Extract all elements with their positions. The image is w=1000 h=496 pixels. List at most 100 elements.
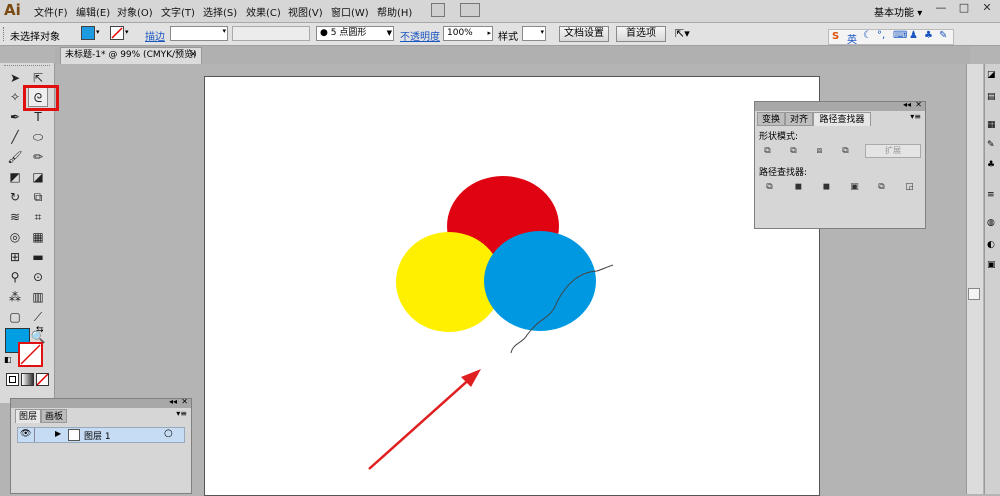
expand-button[interactable]: 扩展	[865, 144, 921, 158]
tab-layers[interactable]: 图层	[15, 409, 41, 423]
trim-icon[interactable]: ◼	[792, 181, 805, 193]
document-setup-button[interactable]: 文档设置	[559, 26, 609, 42]
stroke-weight-field[interactable]: ▾	[170, 26, 228, 41]
artboard[interactable]	[204, 76, 820, 496]
swap-fill-stroke-icon[interactable]: ⇆	[36, 325, 44, 335]
minimize-button[interactable]: —	[930, 0, 952, 16]
menu-view[interactable]: 视图(V)	[288, 4, 323, 19]
shape-builder-tool-icon[interactable]: ◎	[5, 227, 25, 247]
eyedropper-tool-icon[interactable]: ⚲	[5, 267, 25, 287]
stroke-panel-icon[interactable]: ≡	[987, 190, 995, 200]
tab-artboards[interactable]: 画板	[41, 409, 67, 423]
panel-menu-icon[interactable]: ▾≡	[176, 409, 187, 418]
menu-window[interactable]: 窗口(W)	[331, 4, 369, 19]
keyboard-icon[interactable]: ⌨	[893, 30, 907, 41]
menu-object[interactable]: 对象(O)	[117, 4, 153, 19]
layer-name[interactable]: 图层 1	[84, 429, 111, 442]
swatches-icon[interactable]: ▦	[987, 120, 996, 130]
grip-handle[interactable]	[3, 27, 6, 41]
stroke-dropdown-icon[interactable]: ▾	[125, 28, 129, 36]
symbols-icon[interactable]: ♣	[987, 160, 995, 170]
gradient-tool-icon[interactable]: ▬	[28, 247, 48, 267]
blob-brush-tool-icon[interactable]: ◩	[5, 167, 25, 187]
selection-tool-icon[interactable]: ➤	[5, 68, 25, 88]
tab-transform[interactable]: 变换	[757, 112, 785, 126]
perspective-grid-tool-icon[interactable]: ▦	[28, 227, 48, 247]
divide-icon[interactable]: ⧉	[763, 181, 776, 193]
preferences-button[interactable]: 首选项	[616, 26, 666, 42]
eye-icon[interactable]: 👁	[20, 429, 31, 439]
fill-swatch[interactable]	[81, 26, 95, 40]
variable-width-profile[interactable]	[232, 26, 310, 41]
graphic-styles-icon[interactable]: ▣	[987, 260, 996, 270]
pen-tool-icon[interactable]: ✒	[5, 107, 25, 127]
moon-icon[interactable]: ☾	[863, 30, 872, 41]
stroke-link[interactable]: 描边	[145, 28, 165, 43]
arrange-documents-icon[interactable]	[460, 3, 480, 17]
merge-icon[interactable]: ◼	[820, 181, 833, 193]
stroke-swatch[interactable]	[110, 26, 124, 40]
bridge-icon[interactable]	[431, 3, 445, 17]
tab-align[interactable]: 对齐	[785, 112, 813, 126]
wrench-icon[interactable]: ✎	[939, 30, 947, 41]
expand-triangle-icon[interactable]: ▶	[55, 429, 61, 438]
menu-effect[interactable]: 效果(C)	[246, 4, 281, 19]
opacity-field[interactable]: 100% ▸	[443, 26, 493, 41]
collapse-icon[interactable]: ◂◂	[169, 397, 177, 406]
close-icon[interactable]: ✕	[181, 397, 188, 406]
none-mode-icon[interactable]	[36, 373, 49, 386]
ime-language[interactable]: 英	[847, 31, 857, 46]
default-colors-icon[interactable]: ◧	[4, 355, 12, 364]
collapse-icon[interactable]: ◂◂	[903, 100, 911, 109]
symbol-sprayer-tool-icon[interactable]: ⁂	[5, 287, 25, 307]
paintbrush-tool-icon[interactable]: 🖌	[5, 147, 25, 167]
panel-title-bar[interactable]: ◂◂ ✕	[755, 100, 925, 111]
arrange-icon[interactable]: ⇱▾	[675, 27, 690, 40]
user-icon[interactable]: ♟	[909, 30, 918, 41]
mesh-tool-icon[interactable]: ⊞	[5, 247, 25, 267]
document-tab[interactable]: 未标题-1* @ 99% (CMYK/预览) ✕	[60, 47, 202, 64]
panel-menu-icon[interactable]: ▾≡	[910, 112, 921, 121]
menu-help[interactable]: 帮助(H)	[377, 4, 412, 19]
blend-tool-icon[interactable]: ⊙	[28, 267, 48, 287]
rotate-tool-icon[interactable]: ↻	[5, 187, 25, 207]
intersect-icon[interactable]: ⧈	[813, 145, 826, 157]
crop-icon[interactable]: ▣	[848, 181, 861, 193]
slice-tool-icon[interactable]: ⟋	[28, 307, 48, 327]
line-tool-icon[interactable]: ╱	[5, 127, 25, 147]
menu-edit[interactable]: 编辑(E)	[76, 4, 110, 19]
workspace-switcher[interactable]: 基本功能 ▾	[874, 4, 922, 19]
gradient-mode-icon[interactable]	[21, 373, 34, 386]
layer-row[interactable]: 👁 ▶ 图层 1 ○	[17, 427, 185, 443]
width-tool-icon[interactable]: ≋	[5, 207, 25, 227]
panel-title-bar[interactable]: ◂◂ ✕	[11, 397, 191, 408]
vertical-scrollbar[interactable]	[966, 64, 983, 494]
tab-pathfinder[interactable]: 路径查找器	[813, 112, 871, 126]
minus-back-icon[interactable]: ◲	[903, 181, 916, 193]
magic-wand-tool-icon[interactable]: ✧	[5, 87, 25, 107]
maximize-button[interactable]: □	[953, 0, 975, 16]
color-guide-icon[interactable]: ▤	[987, 92, 996, 102]
color-mode-icon[interactable]	[6, 373, 19, 386]
fill-dropdown-icon[interactable]: ▾	[96, 28, 100, 36]
pencil-tool-icon[interactable]: ✏	[28, 147, 48, 167]
transparency-icon[interactable]: ◍	[987, 218, 995, 228]
target-icon[interactable]: ○	[164, 428, 173, 439]
exclude-icon[interactable]: ⧉	[839, 145, 852, 157]
close-icon[interactable]: ✕	[915, 100, 922, 109]
scrollbar-thumb[interactable]	[968, 288, 980, 300]
unite-icon[interactable]: ⧉	[761, 145, 774, 157]
punctuation-icon[interactable]: °,	[877, 30, 885, 41]
blue-circle[interactable]	[484, 231, 596, 331]
close-icon[interactable]: ✕	[189, 48, 197, 63]
menu-file[interactable]: 文件(F)	[34, 4, 68, 19]
color-panel-icon[interactable]: ◪	[987, 70, 996, 80]
ellipse-tool-icon[interactable]: ⬭	[28, 127, 48, 147]
scale-tool-icon[interactable]: ⧉	[28, 187, 48, 207]
free-transform-tool-icon[interactable]: ⌗	[28, 207, 48, 227]
menu-select[interactable]: 选择(S)	[203, 4, 237, 19]
eraser-tool-icon[interactable]: ◪	[28, 167, 48, 187]
opacity-link[interactable]: 不透明度	[400, 28, 440, 43]
column-graph-tool-icon[interactable]: ▥	[28, 287, 48, 307]
close-button[interactable]: ✕	[976, 0, 998, 16]
